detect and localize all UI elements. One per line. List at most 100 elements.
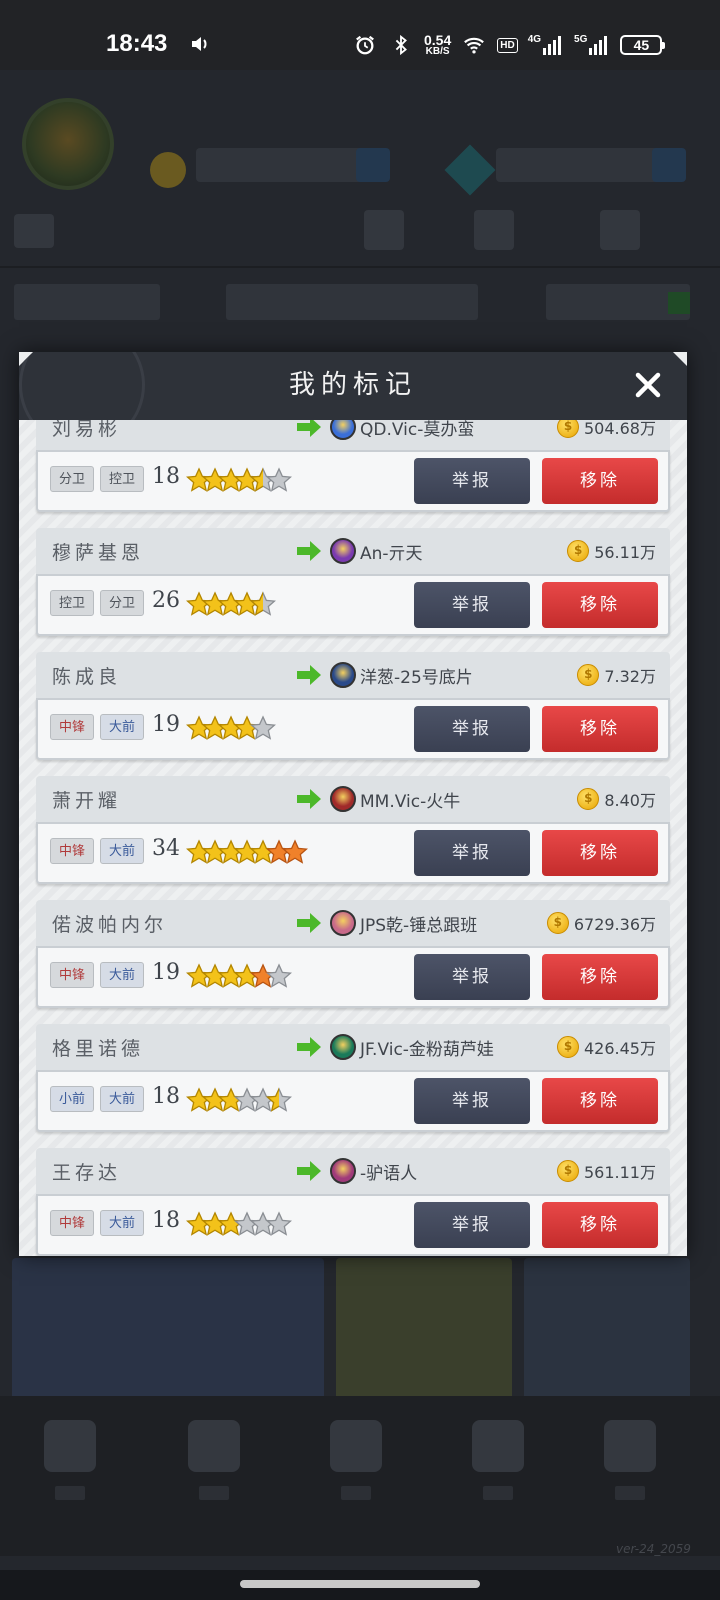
position-badge: 大前: [100, 838, 144, 864]
alarm-icon: [356, 35, 374, 55]
nav-item: [40, 1420, 100, 1510]
gem-icon: [444, 144, 496, 196]
card-body: 中锋 大前 19 举报 移除: [36, 946, 670, 1008]
report-button[interactable]: 举报: [414, 954, 530, 1000]
price-info: $6729.36万: [546, 911, 656, 935]
remove-button[interactable]: 移除: [542, 458, 658, 504]
player-name[interactable]: 刘易彬: [52, 420, 121, 441]
empty-star-icon: [265, 1210, 293, 1238]
net-speed: 0.54 KB/S: [424, 33, 451, 57]
wifi-icon: [464, 37, 485, 54]
team-logo-icon: [330, 1158, 356, 1184]
team-name[interactable]: An-亓天: [360, 539, 423, 564]
arrow-right-icon: [297, 665, 321, 685]
bg-filter-1: [14, 284, 160, 320]
marked-player-card: 偌波帕内尔 JPS乾-锤总跟班 $6729.36万中锋 大前 19 举报 移除: [36, 900, 670, 1008]
report-button[interactable]: 举报: [414, 582, 530, 628]
player-name[interactable]: 王存达: [52, 1158, 121, 1185]
nav-item: [184, 1420, 244, 1510]
home-indicator[interactable]: [240, 1580, 480, 1588]
team-name[interactable]: JPS乾-锤总跟班: [360, 911, 477, 936]
position-badge: 小前: [50, 1086, 94, 1112]
remove-button[interactable]: 移除: [542, 954, 658, 1000]
player-age: 18: [152, 464, 180, 489]
arrow-right-icon: [297, 789, 321, 809]
report-button[interactable]: 举报: [414, 706, 530, 752]
arrow-right-icon: [297, 1037, 321, 1057]
player-price: 504.68万: [584, 420, 656, 438]
player-age: 26: [152, 588, 180, 613]
position-badge: 控卫: [50, 590, 94, 616]
remove-button[interactable]: 移除: [542, 1078, 658, 1124]
team-name[interactable]: 洋葱-25号底片: [360, 663, 473, 688]
card-header: 萧开耀 MM.Vic-火牛 $8.40万: [36, 776, 670, 822]
price-info: $7.32万: [577, 663, 656, 687]
card-body: 小前 大前 18 举报 移除: [36, 1070, 670, 1132]
player-price: 7.32万: [604, 667, 656, 686]
empty-star-icon: [265, 466, 293, 494]
bg-toggle: [668, 292, 690, 314]
player-name[interactable]: 陈成良: [52, 662, 121, 689]
team-logo-bg: [22, 98, 114, 190]
marked-player-card: 刘易彬 QD.Vic-莫办蛮 $504.68万 分卫 控卫 18 举报 移除: [36, 420, 670, 512]
report-button[interactable]: 举报: [414, 458, 530, 504]
player-age: 18: [152, 1208, 180, 1233]
price-info: $426.45万: [557, 1035, 656, 1059]
position-badge: 中锋: [50, 838, 94, 864]
player-name[interactable]: 萧开耀: [52, 786, 121, 813]
signal-4g-label: 4G: [527, 34, 542, 45]
card-header: 陈成良 洋葱-25号底片 $7.32万: [36, 652, 670, 698]
half-star-icon: [249, 590, 277, 618]
coin-icon: $: [577, 664, 600, 686]
marked-player-card: 格里诺德 JF.Vic-金粉葫芦娃 $426.45万小前 大前 18 举报 移除: [36, 1024, 670, 1132]
player-name[interactable]: 偌波帕内尔: [52, 910, 167, 937]
card-header: 穆萨基恩 An-亓天 $56.11万: [36, 528, 670, 574]
team-name[interactable]: QD.Vic-莫办蛮: [360, 420, 474, 440]
team-name[interactable]: JF.Vic-金粉葫芦娃: [360, 1035, 494, 1060]
battery-indicator: 45: [620, 35, 666, 55]
signal-5g: 5G: [574, 34, 610, 56]
coin-icon: $: [557, 420, 579, 438]
player-price: 8.40万: [604, 791, 656, 810]
remove-button[interactable]: 移除: [542, 830, 658, 876]
marked-player-list[interactable]: 刘易彬 QD.Vic-莫办蛮 $504.68万 分卫 控卫 18 举报 移除 穆萨基恩 An-亓天…: [19, 420, 687, 1256]
status-right: 0.54 KB/S HD 4G 5G 45: [352, 30, 666, 60]
coin-icon: $: [557, 1036, 579, 1058]
remove-button[interactable]: 移除: [542, 706, 658, 752]
bg-toolbar: [14, 206, 706, 256]
remove-button[interactable]: 移除: [542, 1202, 658, 1248]
remove-button[interactable]: 移除: [542, 582, 658, 628]
coin-icon: $: [567, 540, 590, 562]
close-icon[interactable]: [631, 368, 665, 402]
position-badge: 大前: [100, 1086, 144, 1112]
version-label: ver-24_2059: [616, 1542, 691, 1556]
player-name[interactable]: 穆萨基恩: [52, 538, 144, 565]
marked-player-card: 穆萨基恩 An-亓天 $56.11万 控卫 分卫 26 举报 移除: [36, 528, 670, 636]
star-rating: [185, 714, 277, 744]
position-badge: 分卫: [50, 466, 94, 492]
coin-icon: [150, 152, 186, 188]
empty-star-icon: [265, 962, 293, 990]
orange-star-icon: [281, 838, 309, 866]
team-logo-icon: [330, 910, 356, 936]
star-rating: [185, 1086, 293, 1116]
player-age: 34: [152, 836, 180, 861]
team-name[interactable]: MM.Vic-火牛: [360, 787, 460, 812]
star-rating: [185, 962, 293, 992]
report-button[interactable]: 举报: [414, 830, 530, 876]
team-logo-icon: [330, 1034, 356, 1060]
player-name[interactable]: 格里诺德: [52, 1034, 144, 1061]
signal-5g-label: 5G: [574, 34, 588, 45]
team-name[interactable]: -驴语人: [360, 1159, 417, 1184]
team-logo-icon: [330, 538, 356, 564]
empty-star-icon: [249, 714, 277, 742]
card-body: 中锋 大前 34 举报 移除: [36, 822, 670, 884]
report-button[interactable]: 举报: [414, 1078, 530, 1124]
bg-gem-bar: [496, 148, 666, 182]
card-header: 偌波帕内尔 JPS乾-锤总跟班 $6729.36万: [36, 900, 670, 946]
report-button[interactable]: 举报: [414, 1202, 530, 1248]
position-badge: 分卫: [100, 590, 144, 616]
arrow-right-icon: [297, 913, 321, 933]
player-price: 6729.36万: [573, 915, 656, 934]
position-badge: 中锋: [50, 1210, 94, 1236]
